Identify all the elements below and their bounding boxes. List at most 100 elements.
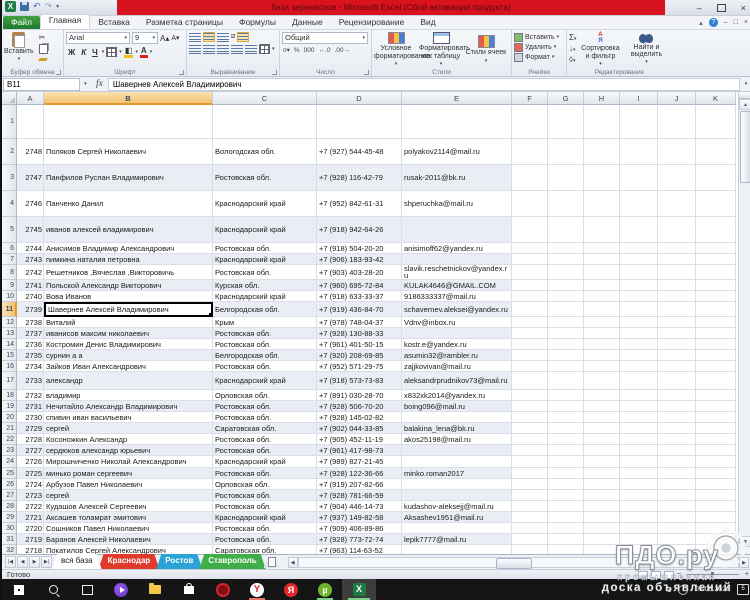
format-cells-button[interactable]: Формат▾ <box>514 52 564 62</box>
cell-K2[interactable] <box>696 139 736 165</box>
find-select-button[interactable]: Найти и выделить ▾ <box>624 32 668 67</box>
cell-G12[interactable] <box>548 317 584 328</box>
cell-F15[interactable] <box>512 350 548 361</box>
cell-D15[interactable]: +7 (920) 208-69-85 <box>317 350 402 361</box>
cell-J9[interactable] <box>658 280 696 291</box>
zoom-in-icon[interactable]: + <box>745 571 749 578</box>
cell-B30[interactable]: Сошников Павел Николаевич <box>44 523 213 534</box>
cell-E3[interactable]: rusak-2011@bk.ru <box>402 165 512 191</box>
cell-G27[interactable] <box>548 490 584 501</box>
cell-D30[interactable]: +7 (909) 406-89-86 <box>317 523 402 534</box>
cell-A17[interactable]: 2733 <box>17 372 44 390</box>
cell-F7[interactable] <box>512 254 548 265</box>
cell-G21[interactable] <box>548 423 584 434</box>
row-header-15[interactable]: 15 <box>2 350 17 361</box>
row-header-26[interactable]: 26 <box>2 479 17 490</box>
cell-B8[interactable]: Решетников ,Вячеслав ,Викторовичь <box>44 265 213 280</box>
font-dialog-launcher-icon[interactable] <box>179 70 184 75</box>
cell-I29[interactable] <box>620 512 658 523</box>
row-header-22[interactable]: 22 <box>2 434 17 445</box>
autosum-icon[interactable]: Σ▾ <box>569 33 576 42</box>
delete-cells-button[interactable]: Удалить▾ <box>514 42 564 52</box>
cell-J8[interactable] <box>658 265 696 280</box>
cell-E29[interactable]: Aksashev1951@mail.ru <box>402 512 512 523</box>
column-header-A[interactable]: A <box>17 92 44 105</box>
cell-G24[interactable] <box>548 456 584 468</box>
scroll-left-icon[interactable]: ◀ <box>288 557 298 568</box>
utorrent-button[interactable]: µ <box>308 579 342 600</box>
cell-F10[interactable] <box>512 291 548 302</box>
cell-D13[interactable]: +7 (928) 130-88-33 <box>317 328 402 339</box>
cell-G5[interactable] <box>548 217 584 243</box>
cell-D2[interactable]: +7 (927) 544-45-48 <box>317 139 402 165</box>
cell-B22[interactable]: Косоножкин Александр <box>44 434 213 445</box>
cell-I30[interactable] <box>620 523 658 534</box>
cell-J18[interactable] <box>658 390 696 401</box>
cell-I31[interactable] <box>620 534 658 545</box>
cell-I27[interactable] <box>620 490 658 501</box>
cell-J5[interactable] <box>658 217 696 243</box>
cell-G1[interactable] <box>548 105 584 139</box>
cell-I25[interactable] <box>620 468 658 479</box>
cell-B15[interactable]: сурнин а а <box>44 350 213 361</box>
cell-F24[interactable] <box>512 456 548 468</box>
cell-D28[interactable]: +7 (904) 446-14-73 <box>317 501 402 512</box>
cell-H14[interactable] <box>584 339 620 350</box>
ribbon-tab-view[interactable]: Вид <box>412 16 443 29</box>
cell-I2[interactable] <box>620 139 658 165</box>
cell-H17[interactable] <box>584 372 620 390</box>
cell-F12[interactable] <box>512 317 548 328</box>
cell-I12[interactable] <box>620 317 658 328</box>
cell-D26[interactable]: +7 (919) 207-82-66 <box>317 479 402 490</box>
cell-I32[interactable] <box>620 545 658 554</box>
cell-E7[interactable] <box>402 254 512 265</box>
clipboard-dialog-launcher-icon[interactable] <box>56 70 61 75</box>
font-color-icon[interactable]: А <box>140 46 148 58</box>
formula-input[interactable]: Шавернев Алексей Владимирович <box>108 78 740 91</box>
align-left-icon[interactable] <box>189 44 201 54</box>
cell-D10[interactable]: +7 (918) 633-33-37 <box>317 291 402 302</box>
cell-K29[interactable] <box>696 512 736 523</box>
cell-K16[interactable] <box>696 361 736 372</box>
cell-A4[interactable]: 2746 <box>17 191 44 217</box>
decrease-indent-icon[interactable] <box>231 44 243 54</box>
copy-icon[interactable] <box>39 44 48 54</box>
name-box-dropdown-icon[interactable]: ▾ <box>80 81 91 87</box>
cell-D1[interactable] <box>317 105 402 139</box>
tray-app-icon[interactable] <box>678 585 688 595</box>
cell-G29[interactable] <box>548 512 584 523</box>
cell-E2[interactable]: polyakov2114@mail.ru <box>402 139 512 165</box>
cell-A25[interactable]: 2725 <box>17 468 44 479</box>
merge-center-icon[interactable] <box>259 44 270 54</box>
column-header-C[interactable]: C <box>213 92 317 105</box>
cell-E19[interactable]: boing096@mail.ru <box>402 401 512 412</box>
number-format-select[interactable]: Общий▾ <box>282 32 368 44</box>
fill-icon[interactable]: ↓▾ <box>569 44 576 53</box>
cell-A23[interactable]: 2727 <box>17 445 44 456</box>
select-all-corner[interactable] <box>2 92 17 105</box>
cell-B16[interactable]: Зайков Иван Александрович <box>44 361 213 372</box>
cell-F14[interactable] <box>512 339 548 350</box>
row-header-11[interactable]: 11 <box>2 302 17 317</box>
decrease-decimal-icon[interactable]: .00→ <box>333 47 351 54</box>
cell-B23[interactable]: сердюков александр юрьевич <box>44 445 213 456</box>
underline-dropdown-icon[interactable]: ▾ <box>102 49 105 55</box>
cell-J19[interactable] <box>658 401 696 412</box>
cell-A3[interactable]: 2747 <box>17 165 44 191</box>
cell-C20[interactable]: Ростовская обл. <box>213 412 317 423</box>
cell-G22[interactable] <box>548 434 584 445</box>
ribbon-tab-home[interactable]: Главная <box>40 14 90 29</box>
fill-color-icon[interactable]: ◧ <box>124 46 134 58</box>
cell-H23[interactable] <box>584 445 620 456</box>
cell-A32[interactable]: 2718 <box>17 545 44 554</box>
row-header-10[interactable]: 10 <box>2 291 17 302</box>
cell-E22[interactable]: akos25198@mail.ru <box>402 434 512 445</box>
next-sheet-icon[interactable]: ▶ <box>29 556 40 568</box>
last-sheet-icon[interactable]: ▶| <box>41 556 52 568</box>
clear-icon[interactable]: ◊▾ <box>569 55 576 64</box>
column-header-B[interactable]: B <box>44 92 213 105</box>
column-header-J[interactable]: J <box>658 92 696 105</box>
cell-H18[interactable] <box>584 390 620 401</box>
cell-G9[interactable] <box>548 280 584 291</box>
cell-J14[interactable] <box>658 339 696 350</box>
